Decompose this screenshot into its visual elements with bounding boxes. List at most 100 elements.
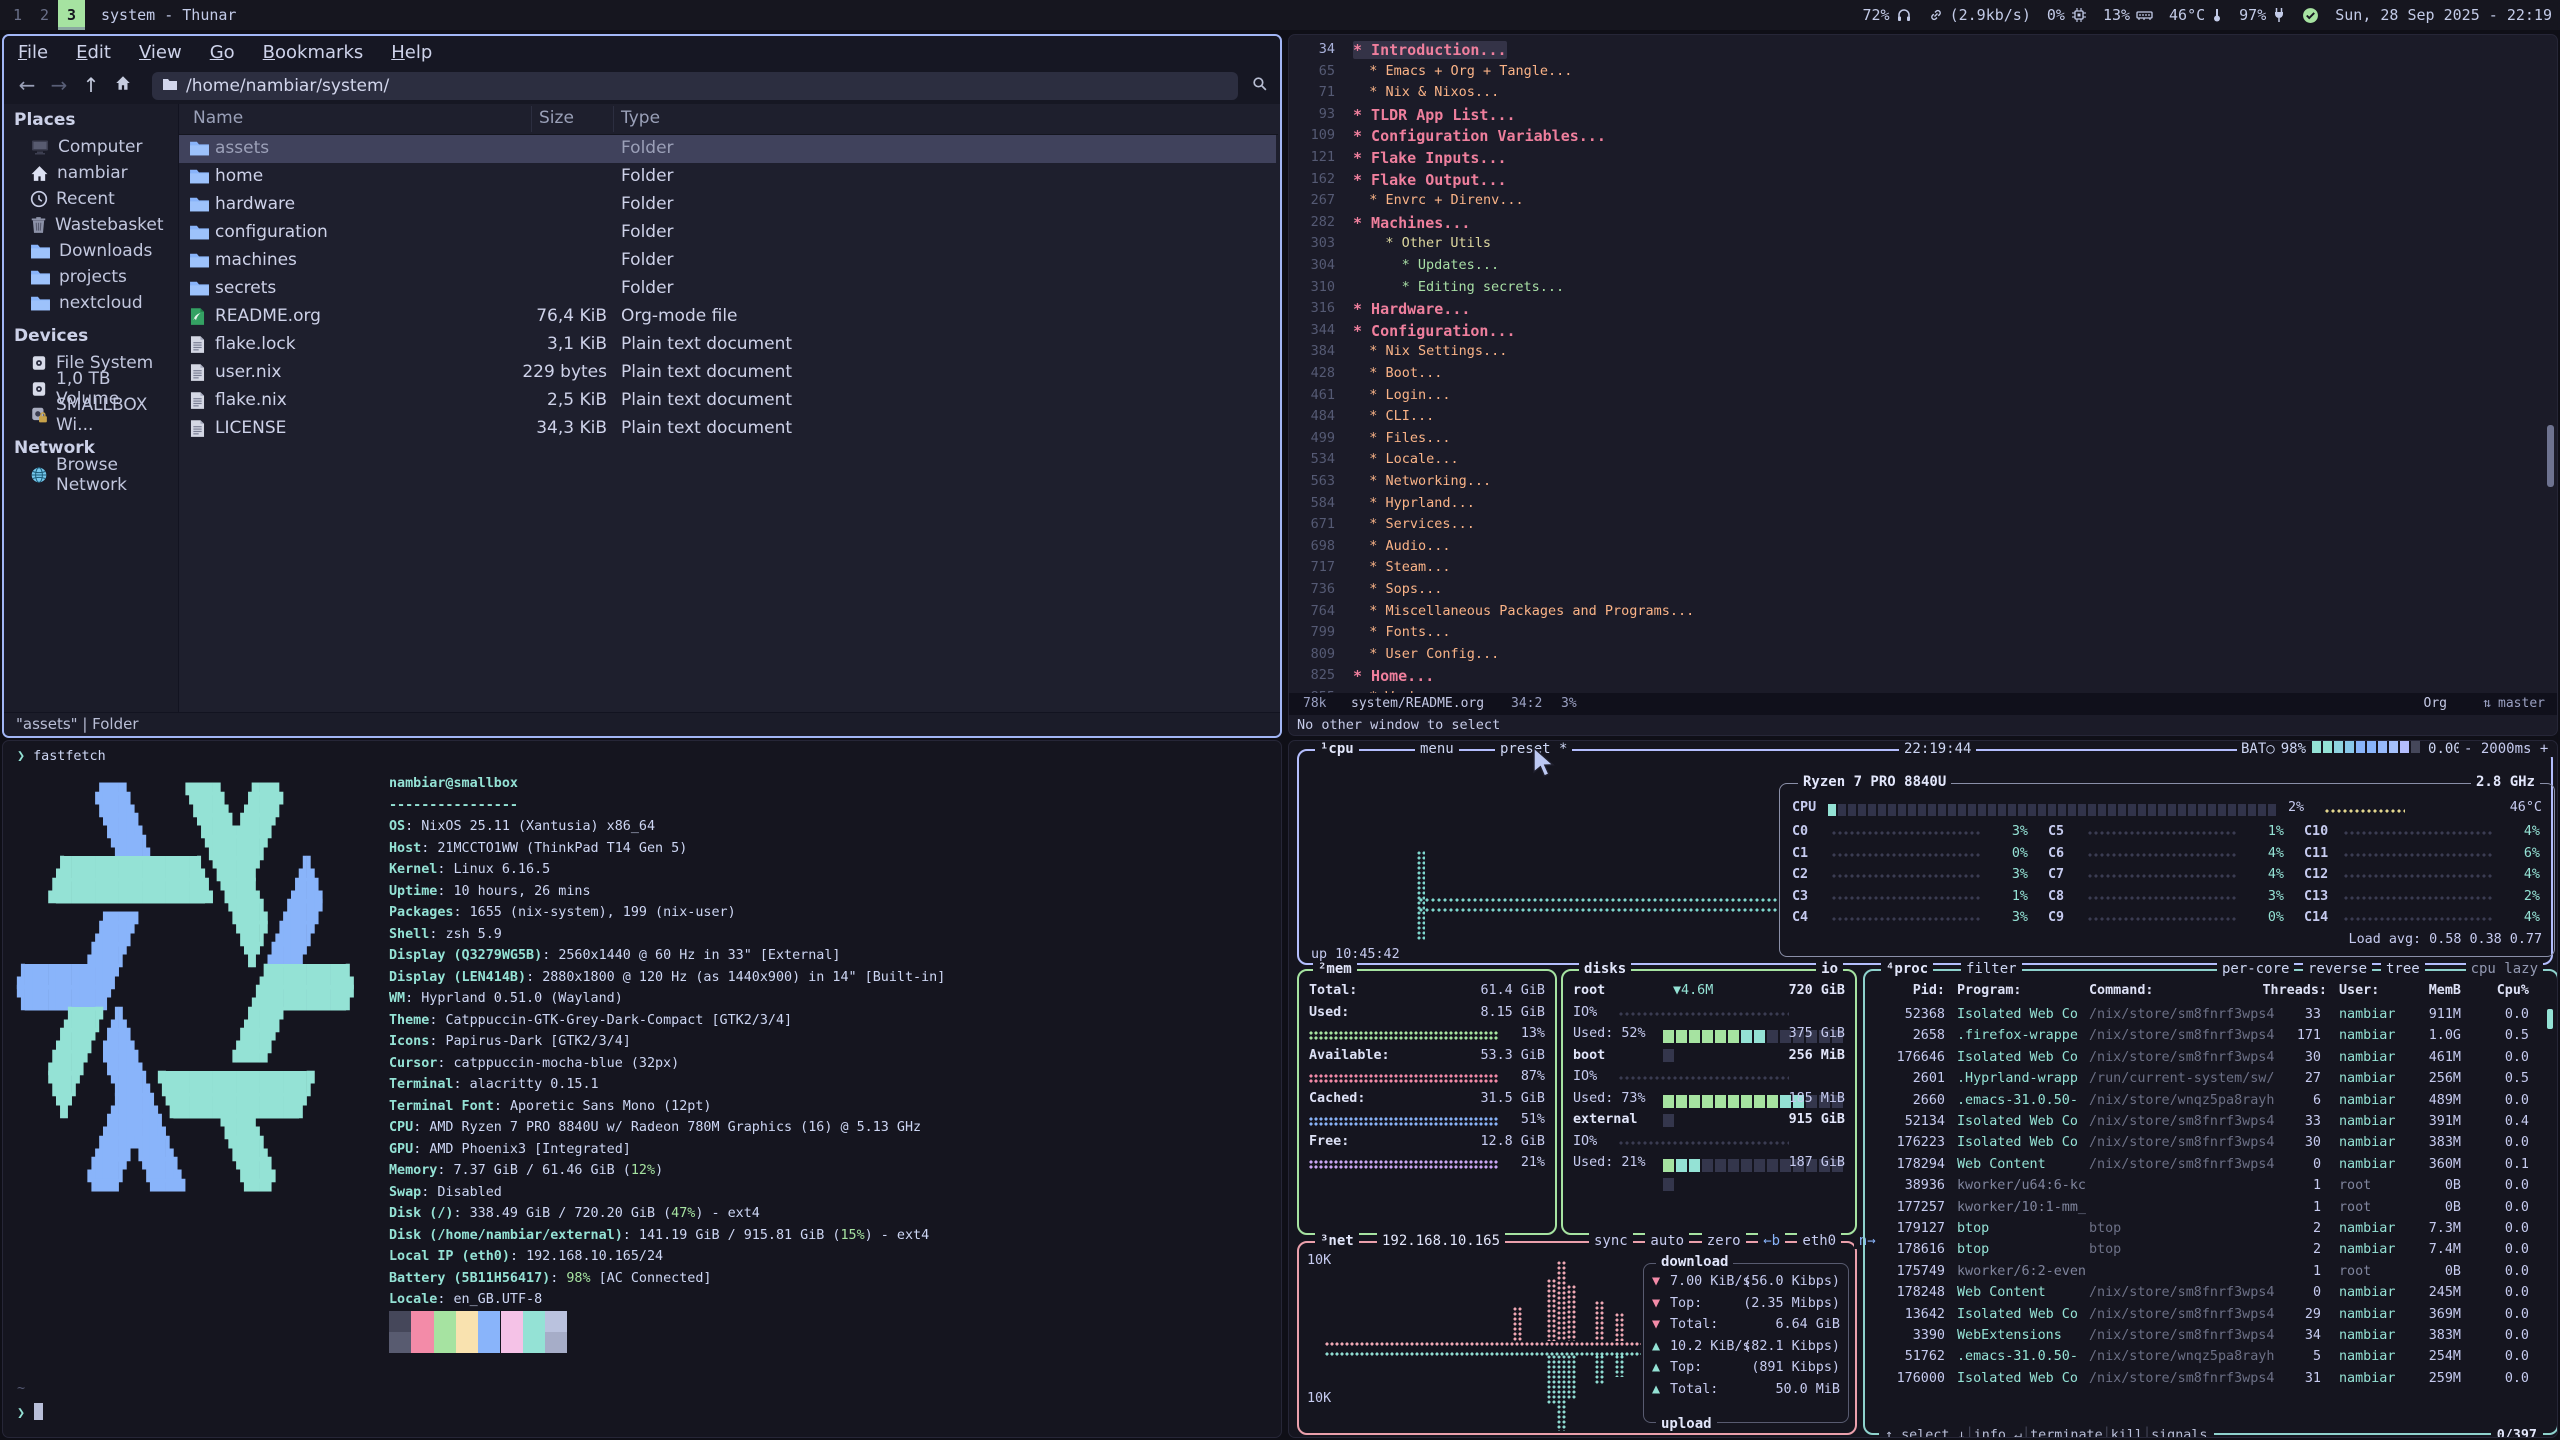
file-row-user.nix[interactable]: user.nix229 bytesPlain text document [179,359,1276,387]
emacs-window[interactable]: 34* Introduction...65* Emacs + Org + Tan… [1288,34,2558,736]
sidebar-item-computer[interactable]: Computer [4,134,178,160]
proc-row-178248[interactable]: 178248Web Content/nix/store/sm8fnrf3wps4… [1865,1285,2557,1306]
proc-row-2658[interactable]: 2658.firefox-wrappe/nix/store/sm8fnrf3wp… [1865,1028,2557,1049]
sidebar-item-wastebasket[interactable]: Wastebasket [4,212,178,238]
net-option-zero[interactable]: zero [1702,1233,1746,1249]
net-option-auto[interactable]: auto [1645,1233,1689,1249]
column-header-type[interactable]: Type [621,108,660,128]
sidebar-item-nextcloud[interactable]: nextcloud [4,290,178,316]
proc-user: nambiar [2339,1328,2395,1343]
legend-item[interactable]: info ↵ [1974,1428,2022,1438]
proc-row-178616[interactable]: 178616btopbtop2nambiar7.4M0.0 [1865,1242,2557,1263]
net-stat-arrow: ▲ [1652,1382,1668,1397]
file-row-LICENSE[interactable]: LICENSE34,3 KiBPlain text document [179,415,1276,443]
filter-button[interactable]: filter [1961,961,2022,977]
file-row-home[interactable]: homeFolder [179,163,1276,191]
status-module-2[interactable]: 0% [2047,6,2087,24]
file-row-machines[interactable]: machinesFolder [179,247,1276,275]
proc-row-52368[interactable]: 52368Isolated Web Co/nix/store/sm8fnrf3w… [1865,1007,2557,1028]
color-swatch [523,1332,545,1353]
shell-prompt[interactable]: ❯ [17,1403,43,1421]
file-row-README.org[interactable]: README.org76,4 KiBOrg-mode file [179,303,1276,331]
file-row-configuration[interactable]: configurationFolder [179,219,1276,247]
menubar-item-file[interactable]: File [18,42,48,63]
proc-row-38936[interactable]: 38936kworker/u64:6-kc1root0B0.0 [1865,1178,2557,1199]
thunar-menubar: File Edit View Go Bookmarks Help [4,36,1282,68]
proc-user: nambiar [2339,1071,2395,1086]
sidebar-item-browse-network[interactable]: Browse Network [4,462,178,488]
legend-item[interactable]: signals [2151,1428,2207,1438]
sidebar-item-nambiar[interactable]: nambiar [4,160,178,186]
file-type: Folder [621,194,674,214]
proc-row-52134[interactable]: 52134Isolated Web Co/nix/store/sm8fnrf3w… [1865,1114,2557,1135]
workspace-1[interactable]: 1 [4,0,31,30]
status-module-1[interactable]: (2.9kb/s) [1928,6,2031,24]
proc-program: .firefox-wrappe [1957,1028,2078,1043]
file-row-assets[interactable]: assetsFolder [179,135,1276,163]
up-button[interactable]: ↑ [76,70,106,100]
menu-button[interactable]: menu [1415,741,1459,757]
menubar-item-view[interactable]: View [139,42,182,63]
reverse-toggle[interactable]: reverse [2303,961,2372,977]
proc-threads: 31 [2305,1371,2321,1386]
menubar-item-edit[interactable]: Edit [76,42,111,63]
proc-row-3390[interactable]: 3390WebExtensions/nix/store/sm8fnrf3wps4… [1865,1328,2557,1349]
terminal-window[interactable]: ❯ fastfetch ▗▄▄▄ ▗▄▄▄▄ ▄▄▄▖ ▜███▙ ▜███▙ … [2,740,1282,1438]
proc-row-178294[interactable]: 178294Web Content/nix/store/sm8fnrf3wps4… [1865,1157,2557,1178]
proc-row-176646[interactable]: 176646Isolated Web Co/nix/store/sm8fnrf3… [1865,1050,2557,1071]
file-row-flake.lock[interactable]: flake.lock3,1 KiBPlain text document [179,331,1276,359]
proc-threads: 1 [2313,1264,2321,1279]
file-row-secrets[interactable]: secretsFolder [179,275,1276,303]
file-row-flake.nix[interactable]: flake.nix2,5 KiBPlain text document [179,387,1276,415]
update-interval-control[interactable]: - 2000ms + [2459,741,2553,757]
status-module-6[interactable] [2302,7,2319,24]
sidebar-item-downloads[interactable]: Downloads [4,238,178,264]
status-module-5[interactable]: 97% [2239,6,2286,24]
sidebar-item-projects[interactable]: projects [4,264,178,290]
sidebar-item-recent[interactable]: Recent [4,186,178,212]
workspace-3[interactable]: 3 [58,0,85,30]
menubar-item-go[interactable]: Go [210,42,235,63]
status-module-4[interactable]: 46°C [2169,6,2223,24]
legend-item[interactable]: kill [2111,1428,2143,1438]
menubar-item-bookmarks[interactable]: Bookmarks [263,42,364,63]
emacs-scrollbar[interactable] [2547,425,2554,487]
column-header-name[interactable]: Name [193,108,243,128]
net-option-eth0[interactable]: eth0 [1797,1233,1841,1249]
proc-row-176223[interactable]: 176223Isolated Web Co/nix/store/sm8fnrf3… [1865,1135,2557,1156]
home-button[interactable] [108,70,138,100]
emacs-org-buffer[interactable]: 34* Introduction...65* Emacs + Org + Tan… [1289,35,2557,691]
tree-toggle[interactable]: tree [2381,961,2425,977]
net-option-b[interactable]: ←b [1758,1233,1785,1249]
status-module-3[interactable]: 13% [2103,6,2153,24]
proc-row-176000[interactable]: 176000Isolated Web Co/nix/store/sm8fnrf3… [1865,1371,2557,1392]
file-row-hardware[interactable]: hardwareFolder [179,191,1276,219]
status-module-0[interactable]: 72% [1863,6,1912,24]
column-header-size[interactable]: Size [539,108,574,128]
back-button[interactable]: ← [12,70,42,100]
path-bar[interactable]: /home/nambiar/system/ [152,72,1238,100]
sidebar-item-smallbox-wi-[interactable]: SMALLBOX Wi... [4,402,178,428]
status-module-7[interactable]: Sun, 28 Sep 2025 - 22:19 [2335,6,2552,24]
legend-item[interactable]: ↑ select ↓ [1885,1428,1966,1438]
forward-button[interactable]: → [44,70,74,100]
proc-row-179127[interactable]: 179127btopbtop2nambiar7.3M0.0 [1865,1221,2557,1242]
per-core-toggle[interactable]: per-core [2217,961,2294,977]
proc-program: Isolated Web Co [1957,1007,2078,1022]
net-option-sync[interactable]: sync [1589,1233,1633,1249]
proc-scrollbar[interactable] [2547,1009,2553,1029]
proc-row-51762[interactable]: 51762.emacs-31.0.50-/nix/store/wnqz5pa8r… [1865,1349,2557,1370]
proc-cpu: 0.0 [2505,1371,2529,1386]
org-heading: * Nix & Nixos... [1369,84,1499,100]
proc-row-2660[interactable]: 2660.emacs-31.0.50-/nix/store/wnqz5pa8ra… [1865,1093,2557,1114]
menubar-item-help[interactable]: Help [391,42,432,63]
meter-dots [2325,808,2405,813]
proc-row-177257[interactable]: 177257kworker/10:1-mm_1root0B0.0 [1865,1200,2557,1221]
legend-item[interactable]: terminate [2030,1428,2103,1438]
workspace-2[interactable]: 2 [31,0,58,30]
search-button[interactable] [1244,70,1274,100]
proc-row-13642[interactable]: 13642Isolated Web Co/nix/store/sm8fnrf3w… [1865,1307,2557,1328]
proc-row-175749[interactable]: 175749kworker/6:2-even1root0B0.0 [1865,1264,2557,1285]
proc-row-2601[interactable]: 2601.Hyprland-wrapp/run/current-system/s… [1865,1071,2557,1092]
btop-window[interactable]: ¹cpumenupreset *22:19:44BAT○98%0.00W- 20… [1288,740,2558,1438]
